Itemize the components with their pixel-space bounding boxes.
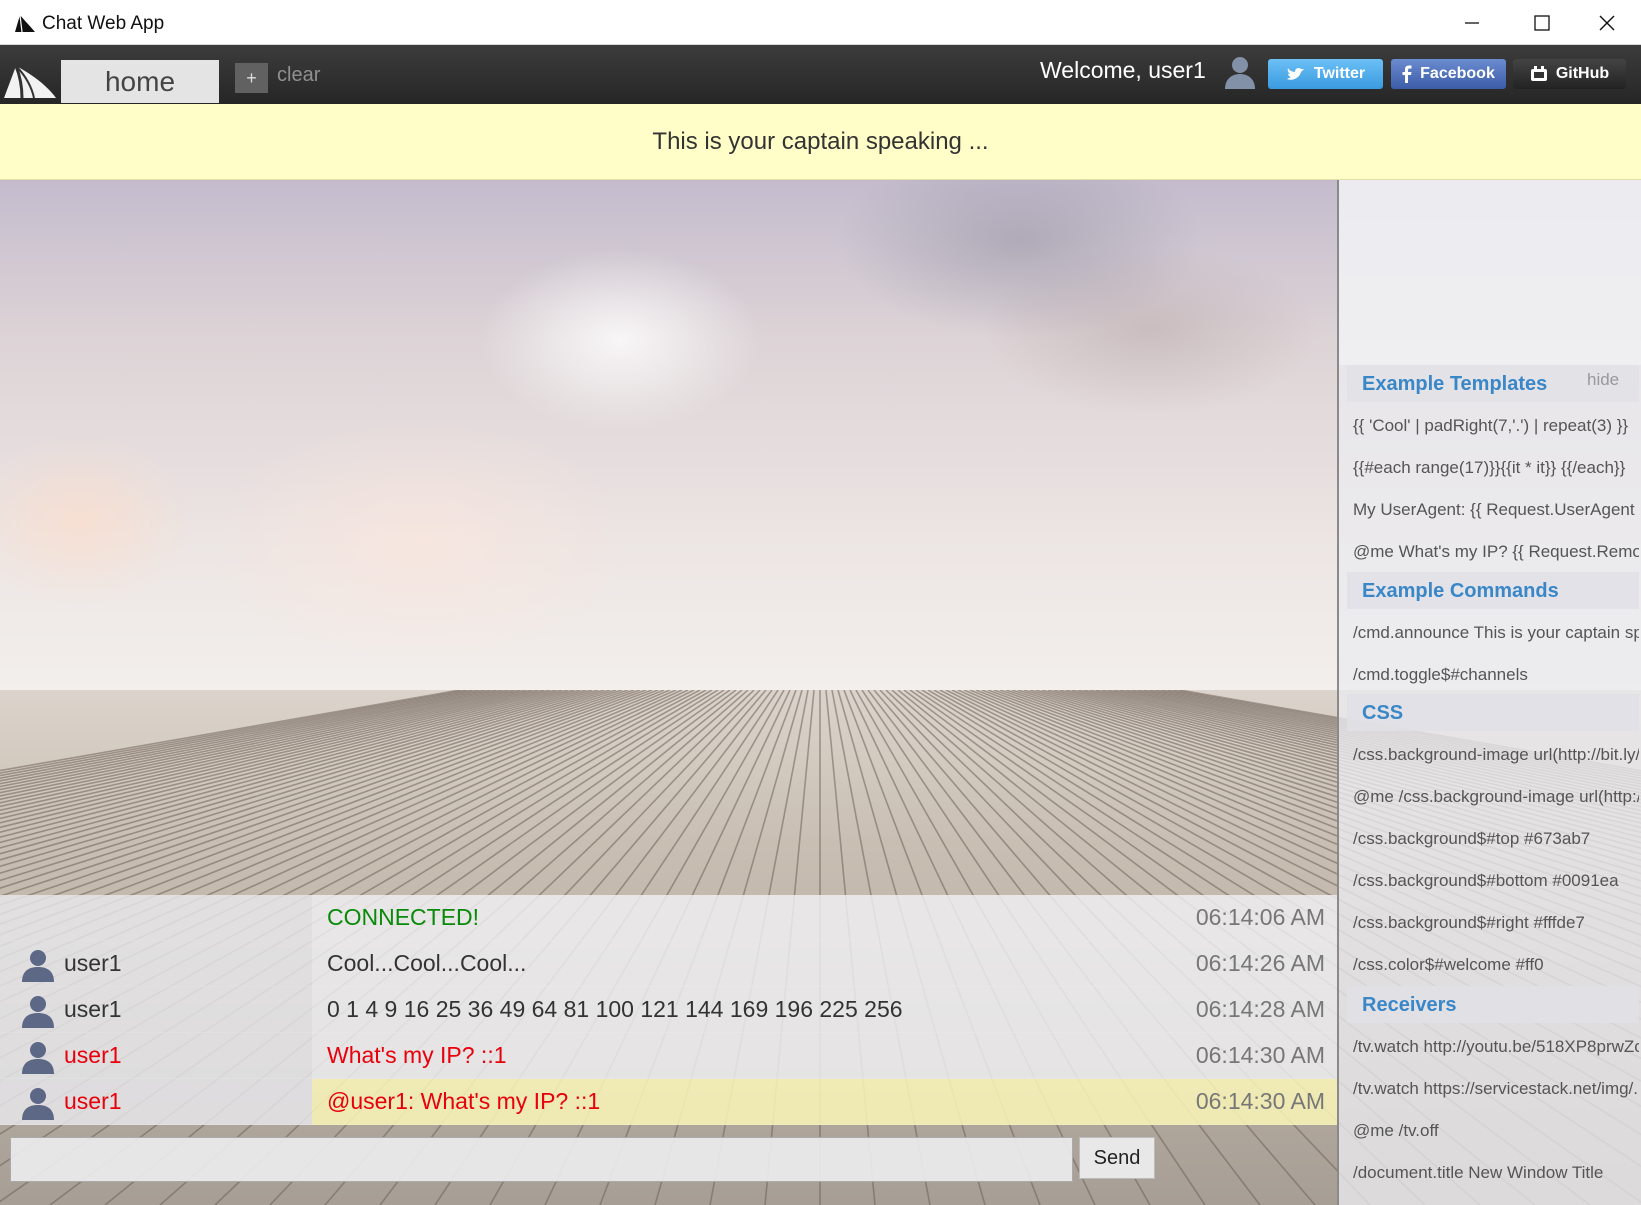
- window-title: Chat Web App: [42, 13, 165, 34]
- logo-icon: [4, 65, 56, 99]
- message-time: 06:14:26 AM: [1195, 950, 1325, 976]
- section-header-css: CSS: [1347, 694, 1639, 731]
- message-time: 06:14:06 AM: [1195, 904, 1325, 930]
- template-item[interactable]: {{#each range(17)}}{{it * it}} {{/each}}: [1353, 458, 1639, 478]
- minimize-icon: [1465, 21, 1479, 24]
- chat-row: user1 Cool...Cool...Cool... 06:14:26 AM: [0, 941, 1337, 987]
- css-item[interactable]: /css.color$#welcome #ff0: [1353, 955, 1639, 975]
- clear-link[interactable]: clear: [277, 64, 320, 87]
- css-item[interactable]: /css.background$#bottom #0091ea: [1353, 871, 1639, 891]
- twitter-button[interactable]: Twitter: [1268, 59, 1383, 89]
- message-text: CONNECTED!: [327, 904, 480, 930]
- chat-row-connected: CONNECTED! 06:14:06 AM: [0, 895, 1337, 941]
- user-avatar-icon: [22, 996, 54, 1028]
- message-time: 06:14:30 AM: [1195, 1088, 1325, 1114]
- message-text: Cool...Cool...Cool...: [327, 950, 527, 976]
- receiver-item[interactable]: /document.title New Window Title: [1353, 1163, 1639, 1183]
- facebook-f-icon: [1402, 65, 1412, 83]
- template-item[interactable]: {{ 'Cool' | padRight(7,'.') | repeat(3) …: [1353, 416, 1639, 436]
- close-icon: [1599, 15, 1615, 30]
- message-text: 0 1 4 9 16 25 36 49 64 81 100 121 144 16…: [327, 996, 903, 1022]
- hide-link[interactable]: hide: [1587, 370, 1619, 390]
- user-avatar-icon: [22, 950, 54, 982]
- message-username[interactable]: user1: [64, 1088, 122, 1115]
- chat-row: user1 0 1 4 9 16 25 36 49 64 81 100 121 …: [0, 987, 1337, 1033]
- github-button[interactable]: GitHub: [1513, 59, 1626, 89]
- css-item[interactable]: /css.background-image url(http://bit.ly/…: [1353, 745, 1639, 765]
- user-avatar-icon: [1225, 57, 1255, 89]
- message-text: @user1: What's my IP? ::1: [327, 1088, 601, 1114]
- message-text: What's my IP? ::1: [327, 1042, 507, 1068]
- facebook-button[interactable]: Facebook: [1391, 59, 1506, 89]
- github-label: GitHub: [1555, 65, 1610, 82]
- tab-home[interactable]: home: [61, 60, 219, 103]
- send-button[interactable]: Send: [1079, 1137, 1155, 1179]
- message-input-bar: Send: [0, 1128, 1337, 1205]
- close-button[interactable]: [1572, 0, 1641, 45]
- css-item[interactable]: /css.background$#right #fffde7: [1353, 913, 1639, 933]
- top-nav: home + clear Welcome, user1 Twitter Face…: [0, 45, 1641, 104]
- sidebar-top-area: [1339, 180, 1641, 365]
- section-header-receivers: Receivers: [1347, 986, 1639, 1023]
- user-avatar-icon: [22, 1042, 54, 1074]
- message-username[interactable]: user1: [64, 996, 122, 1023]
- receiver-item[interactable]: @me /tv.off: [1353, 1121, 1639, 1141]
- message-time: 06:14:30 AM: [1195, 1042, 1325, 1068]
- twitter-label: Twitter: [1313, 65, 1366, 82]
- command-item[interactable]: /cmd.toggle$#channels: [1353, 665, 1639, 685]
- github-icon: [1530, 66, 1547, 81]
- message-username[interactable]: user1: [64, 1042, 122, 1069]
- window-titlebar: Chat Web App: [0, 0, 1641, 45]
- css-item[interactable]: @me /css.background-image url(http://...…: [1353, 787, 1639, 807]
- section-header-example-commands: Example Commands: [1347, 572, 1639, 609]
- user-cell: [0, 895, 312, 941]
- template-item[interactable]: My UserAgent: {{ Request.UserAgent }}: [1353, 500, 1639, 520]
- add-channel-button[interactable]: +: [235, 63, 268, 93]
- chat-row-private-highlight: user1 @user1: What's my IP? ::1 06:14:30…: [0, 1079, 1337, 1125]
- announcement-bar: This is your captain speaking ...: [0, 104, 1641, 180]
- css-item[interactable]: /css.background$#top #673ab7: [1353, 829, 1639, 849]
- minimize-button[interactable]: [1437, 0, 1507, 45]
- commands-sidebar: Example Templates hide {{ 'Cool' | padRi…: [1337, 180, 1641, 1205]
- receiver-item[interactable]: /tv.watch http://youtu.be/518XP8prwZo: [1353, 1037, 1639, 1057]
- message-time: 06:14:28 AM: [1195, 996, 1325, 1022]
- maximize-icon: [1534, 14, 1550, 31]
- message-input[interactable]: [10, 1137, 1073, 1182]
- maximize-button[interactable]: [1507, 0, 1577, 45]
- chat-log: CONNECTED! 06:14:06 AM user1 Cool...Cool…: [0, 895, 1337, 1127]
- template-item[interactable]: @me What's my IP? {{ Request.RemoteIp }}: [1353, 542, 1639, 562]
- receiver-item[interactable]: /tv.watch https://servicestack.net/img/.…: [1353, 1079, 1639, 1099]
- welcome-text: Welcome, user1: [1040, 57, 1206, 83]
- facebook-label: Facebook: [1420, 65, 1495, 82]
- command-item[interactable]: /cmd.announce This is your captain speak…: [1353, 623, 1639, 643]
- user-avatar-icon: [22, 1088, 54, 1120]
- app-icon: [15, 14, 35, 33]
- twitter-bird-icon: [1286, 68, 1304, 80]
- chat-row-private: user1 What's my IP? ::1 06:14:30 AM: [0, 1033, 1337, 1079]
- message-username[interactable]: user1: [64, 950, 122, 977]
